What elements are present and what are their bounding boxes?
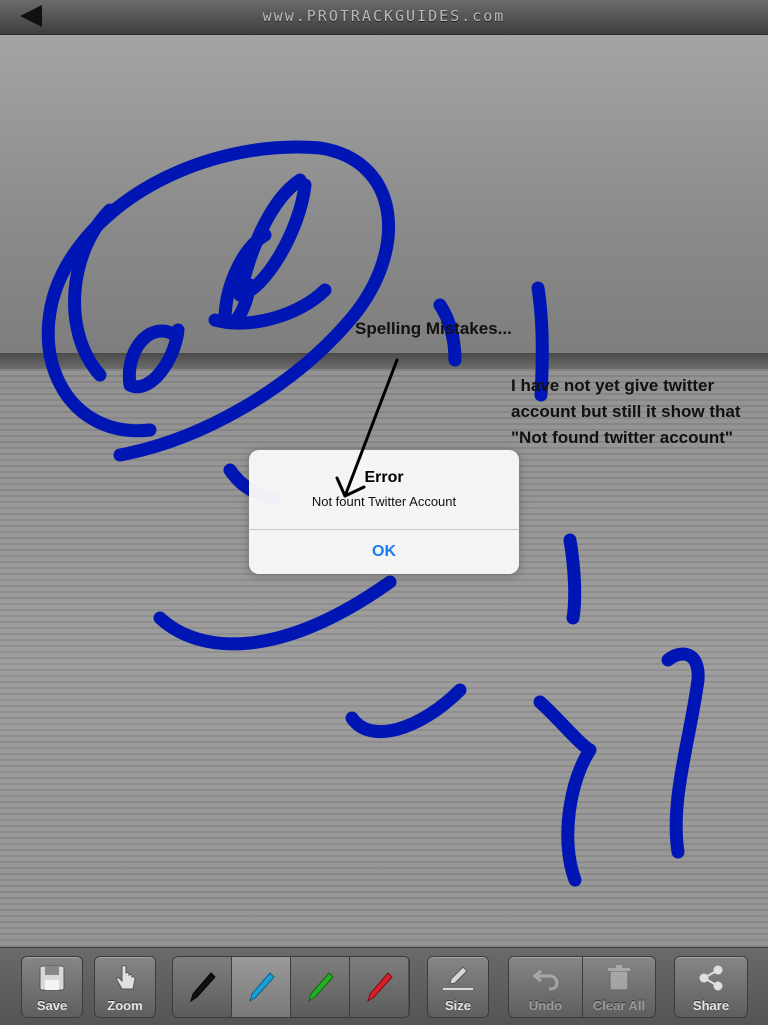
size-button[interactable]: Size [427, 956, 489, 1018]
undo-clear-group: Undo Clear All [508, 956, 656, 1018]
save-label: Save [36, 998, 68, 1013]
floppy-disk-icon [39, 965, 65, 991]
alert-title: Error [364, 469, 404, 486]
error-alert: Error Not fount Twitter Account OK [249, 450, 519, 574]
undo-arrow-icon [532, 969, 559, 991]
zoom-button[interactable]: Zoom [94, 956, 156, 1018]
blue-pen-icon [249, 972, 275, 1003]
brand-title: www.PROTRACKGUIDES.com [262, 7, 506, 25]
undo-label: Undo [528, 998, 563, 1013]
share-icon [699, 965, 723, 991]
red-pen-icon [367, 972, 393, 1003]
info-annotation: I have not yet give twitter account but … [511, 376, 741, 447]
size-label: Size [444, 998, 471, 1013]
black-pen-icon [190, 972, 216, 1003]
alert-message: Not fount Twitter Account [311, 494, 457, 509]
pen-color-group [172, 956, 410, 1018]
green-pen-button[interactable] [291, 957, 350, 1017]
share-label: Share [692, 998, 730, 1013]
undo-button[interactable]: Undo [509, 957, 583, 1017]
spelling-annotation: Spelling Mistakes... [355, 319, 512, 338]
clear-all-button[interactable]: Clear All [583, 957, 655, 1017]
red-pen-button[interactable] [350, 957, 408, 1017]
canvas-ledge [0, 353, 768, 369]
share-button[interactable]: Share [674, 956, 748, 1018]
pencil-line-icon [443, 966, 473, 990]
green-pen-icon [308, 972, 334, 1003]
black-pen-button[interactable] [173, 957, 232, 1017]
canvas-wall[interactable] [0, 35, 768, 353]
clear-all-label: Clear All [592, 998, 646, 1013]
save-button[interactable]: Save [21, 956, 83, 1018]
hand-pointer-icon [116, 965, 136, 990]
bottom-toolbar: Save Zoom Size Undo Clear All Share [0, 947, 768, 1025]
zoom-label: Zoom [107, 998, 143, 1013]
trash-can-icon [608, 965, 630, 991]
ok-button[interactable]: OK [249, 530, 519, 574]
top-bar: www.PROTRACKGUIDES.com [0, 0, 768, 35]
blue-pen-button[interactable] [232, 957, 291, 1017]
